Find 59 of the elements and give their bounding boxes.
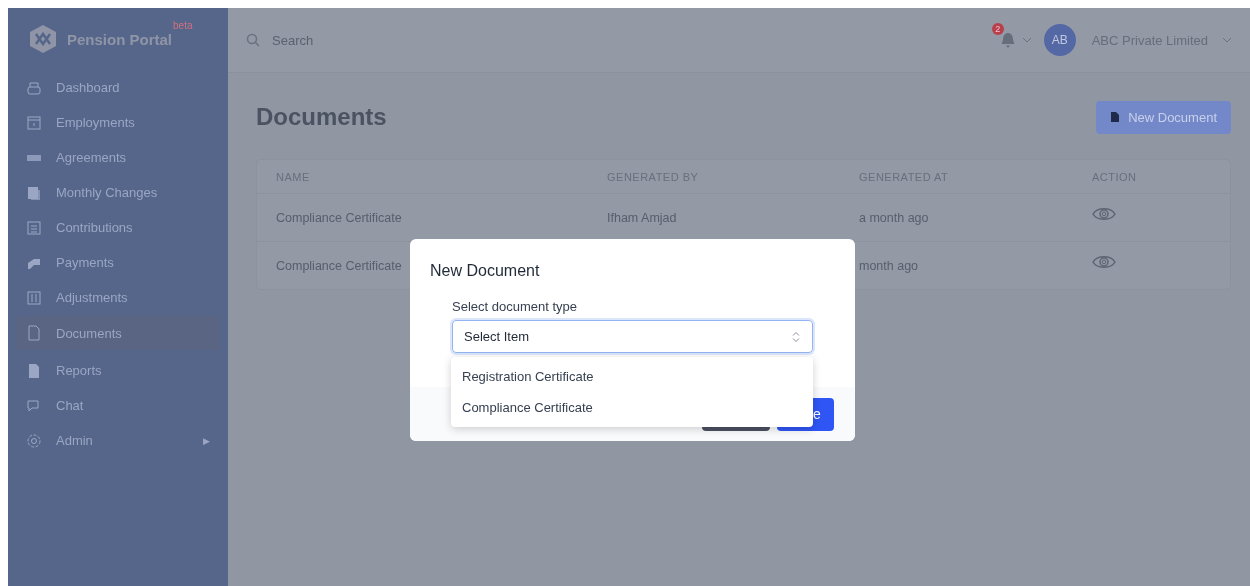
tray-icon (26, 79, 42, 96)
nav-item[interactable]: Contributions (16, 210, 220, 245)
table-cell: Compliance Certificate (276, 210, 402, 225)
nav-label: Chat (56, 398, 85, 413)
hexagon-logo-icon (28, 24, 58, 54)
nav-label: Adjustments (56, 290, 129, 305)
nav-item[interactable]: Dashboard (16, 70, 220, 105)
new-document-button[interactable]: New Document (1096, 100, 1231, 134)
chat-icon (26, 397, 42, 414)
nav-label: Admin (56, 433, 94, 448)
nav-item[interactable]: Documents (16, 316, 220, 350)
dropdown-option[interactable]: Registration Certificate (451, 361, 813, 392)
bell-icon (999, 31, 1016, 49)
nav-item[interactable]: Adjustments (16, 280, 220, 315)
table-cell: Ifham Amjad (607, 210, 677, 225)
field-label: Select document type (452, 299, 579, 314)
nav-label: Reports (56, 363, 103, 378)
table-cell: Compliance Certificate (276, 258, 402, 273)
up-down-chevron-icon (792, 330, 800, 343)
document-icon (26, 325, 42, 341)
calendar-icon (26, 114, 42, 131)
calculator-icon (26, 219, 42, 236)
nav-item[interactable]: Agreements (16, 140, 220, 175)
nav-item[interactable]: Monthly Changes (16, 175, 220, 210)
search-icon (246, 33, 260, 47)
nav-label: Monthly Changes (56, 185, 159, 200)
search-field[interactable]: Search (270, 31, 450, 49)
expand-arrow-icon: ▶ (203, 435, 210, 446)
sliders-icon (26, 289, 42, 306)
notification-count: 2 (991, 23, 1004, 35)
dialog-title: New Document (429, 261, 541, 280)
table-cell: a month ago (859, 210, 929, 225)
eye-icon[interactable] (1092, 253, 1116, 270)
dropdown-option[interactable]: Compliance Certificate (451, 392, 813, 423)
table-cell: month ago (859, 258, 919, 273)
nav-item[interactable]: Payments (16, 245, 220, 280)
nav-label: Employments (56, 115, 136, 130)
nav-label: Contributions (56, 220, 134, 235)
eye-icon[interactable] (1092, 205, 1116, 222)
settings-icon (26, 432, 42, 449)
stacked-pages-icon (26, 184, 42, 201)
nav-label: Dashboard (56, 80, 121, 95)
app-name: Pension Portal (67, 30, 173, 48)
select-field[interactable]: Select Item (452, 320, 813, 353)
nav-item[interactable]: Admin ▶ (16, 423, 220, 458)
nav-label: Payments (56, 255, 115, 270)
document-icon (1110, 111, 1121, 123)
nav-label: Agreements (56, 150, 128, 165)
page-title: Documents (256, 103, 387, 131)
beta-label: beta (173, 20, 193, 31)
nav-item[interactable]: Employments (16, 105, 220, 140)
chevron-down-icon (1222, 37, 1232, 43)
report-icon (26, 362, 42, 379)
nav-label: Documents (56, 325, 123, 341)
notification-button[interactable] (999, 31, 1016, 49)
nav-item[interactable]: Chat (16, 388, 220, 423)
avatar[interactable]: AB (1043, 24, 1076, 56)
nav-item[interactable]: Reports (16, 353, 220, 388)
chevron-down-icon (1021, 37, 1032, 43)
